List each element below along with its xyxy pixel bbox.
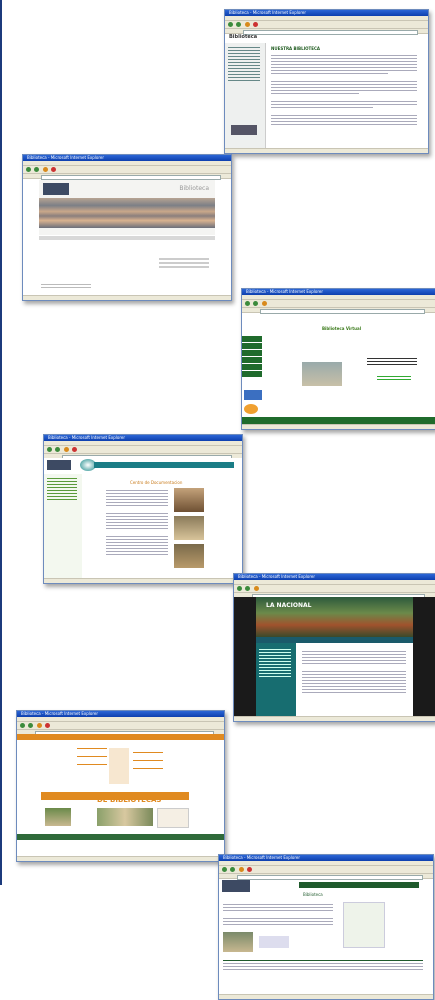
left-blue-rule [0, 0, 2, 885]
banner-image [39, 198, 215, 228]
toolbar [44, 446, 242, 454]
toolbar [225, 21, 428, 29]
status-bar [234, 716, 435, 721]
status-bar [219, 994, 433, 999]
status-bar [23, 295, 231, 300]
page-heading: Centro de Documentacion [130, 480, 183, 485]
section-title: NUESTRA BIBLIOTECA [271, 46, 321, 51]
toolbar [219, 866, 433, 874]
shot-6: Biblioteca - Microsoft Internet Explorer… [16, 710, 225, 862]
shot-1: Biblioteca - Microsoft Internet Explorer… [224, 9, 429, 154]
shot-3: Biblioteca - Microsoft Internet Explorer… [241, 288, 435, 430]
nav-bar [17, 734, 224, 740]
banner-image: LA NACIONAL [256, 597, 413, 637]
nav-strip [39, 236, 215, 240]
page-heading: Biblioteca Virtual [322, 326, 362, 331]
toolbar [234, 585, 435, 593]
shot-7: Biblioteca - Microsoft Internet Explorer… [218, 854, 434, 1000]
photo [174, 488, 204, 512]
page-heading: Biblioteca [179, 185, 209, 192]
photo [174, 516, 204, 540]
photo [259, 936, 289, 948]
photo [97, 808, 153, 826]
shot-5: Biblioteca - Microsoft Internet Explorer… [233, 573, 435, 722]
diagram [109, 748, 129, 784]
photo [45, 808, 71, 826]
left-menu [256, 643, 296, 717]
photo [174, 544, 204, 568]
footer [17, 834, 224, 840]
status-bar [242, 424, 435, 429]
toolbar [23, 166, 231, 174]
status-bar [17, 856, 224, 861]
page-heading: LA NACIONAL [266, 602, 312, 609]
left-menu [44, 474, 82, 579]
shot-2: Biblioteca - Microsoft Internet Explorer… [22, 154, 232, 301]
header-bar [299, 882, 419, 888]
toolbar [242, 300, 435, 308]
shot-4: Biblioteca - Microsoft Internet Explorer… [43, 434, 243, 584]
info-box [157, 808, 189, 828]
logo [244, 390, 262, 400]
sidebar-box [343, 902, 385, 948]
toolbar [17, 722, 224, 730]
photo [223, 932, 253, 952]
left-menu [225, 43, 266, 149]
left-menu [242, 336, 262, 386]
logo [222, 880, 250, 892]
page-heading: DE BIBLIOTECAS [97, 796, 162, 804]
status-bar [44, 578, 242, 583]
status-bar [225, 148, 428, 153]
page-heading: Biblioteca [229, 34, 258, 40]
logo [244, 404, 258, 414]
page-heading: Biblioteca [303, 892, 323, 897]
banner: Biblioteca [39, 180, 215, 235]
photo [302, 362, 342, 386]
